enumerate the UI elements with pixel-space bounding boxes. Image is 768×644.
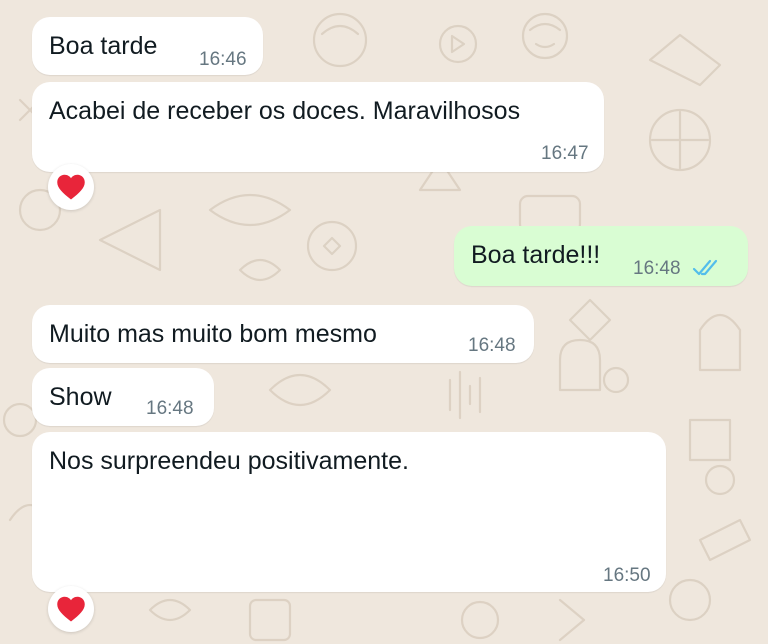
message-text: Muito mas muito bom mesmo (49, 320, 377, 348)
message-bubble-incoming[interactable]: Show 16:48 (32, 368, 214, 426)
message-text: Boa tarde (49, 32, 158, 60)
message-bubble-incoming[interactable]: Nos surpreendeu positivamente. 16:50 (32, 432, 666, 592)
message-text: Nos surpreendeu positivamente. (49, 447, 409, 475)
message-bubble-outgoing[interactable]: Boa tarde!!! 16:48 (454, 226, 748, 286)
message-text: Acabei de receber os doces. Maravilhosos (49, 97, 521, 125)
heart-icon (57, 174, 85, 200)
message-reaction[interactable] (48, 164, 94, 210)
message-reaction[interactable] (48, 586, 94, 632)
message-bubble-incoming[interactable]: Boa tarde 16:46 (32, 17, 263, 75)
message-timestamp: 16:46 (199, 49, 247, 70)
message-text: Boa tarde!!! (471, 241, 601, 269)
heart-icon (57, 596, 85, 622)
double-check-read-icon (692, 259, 718, 276)
message-bubble-incoming[interactable]: Muito mas muito bom mesmo 16:48 (32, 305, 534, 363)
message-timestamp: 16:47 (541, 143, 589, 164)
message-text: Show (49, 383, 112, 411)
message-bubble-incoming[interactable]: Acabei de receber os doces. Maravilhosos… (32, 82, 604, 172)
message-timestamp: 16:48 (146, 398, 194, 419)
message-timestamp: 16:48 (633, 258, 681, 279)
message-timestamp: 16:50 (603, 565, 651, 586)
message-timestamp: 16:48 (468, 335, 516, 356)
